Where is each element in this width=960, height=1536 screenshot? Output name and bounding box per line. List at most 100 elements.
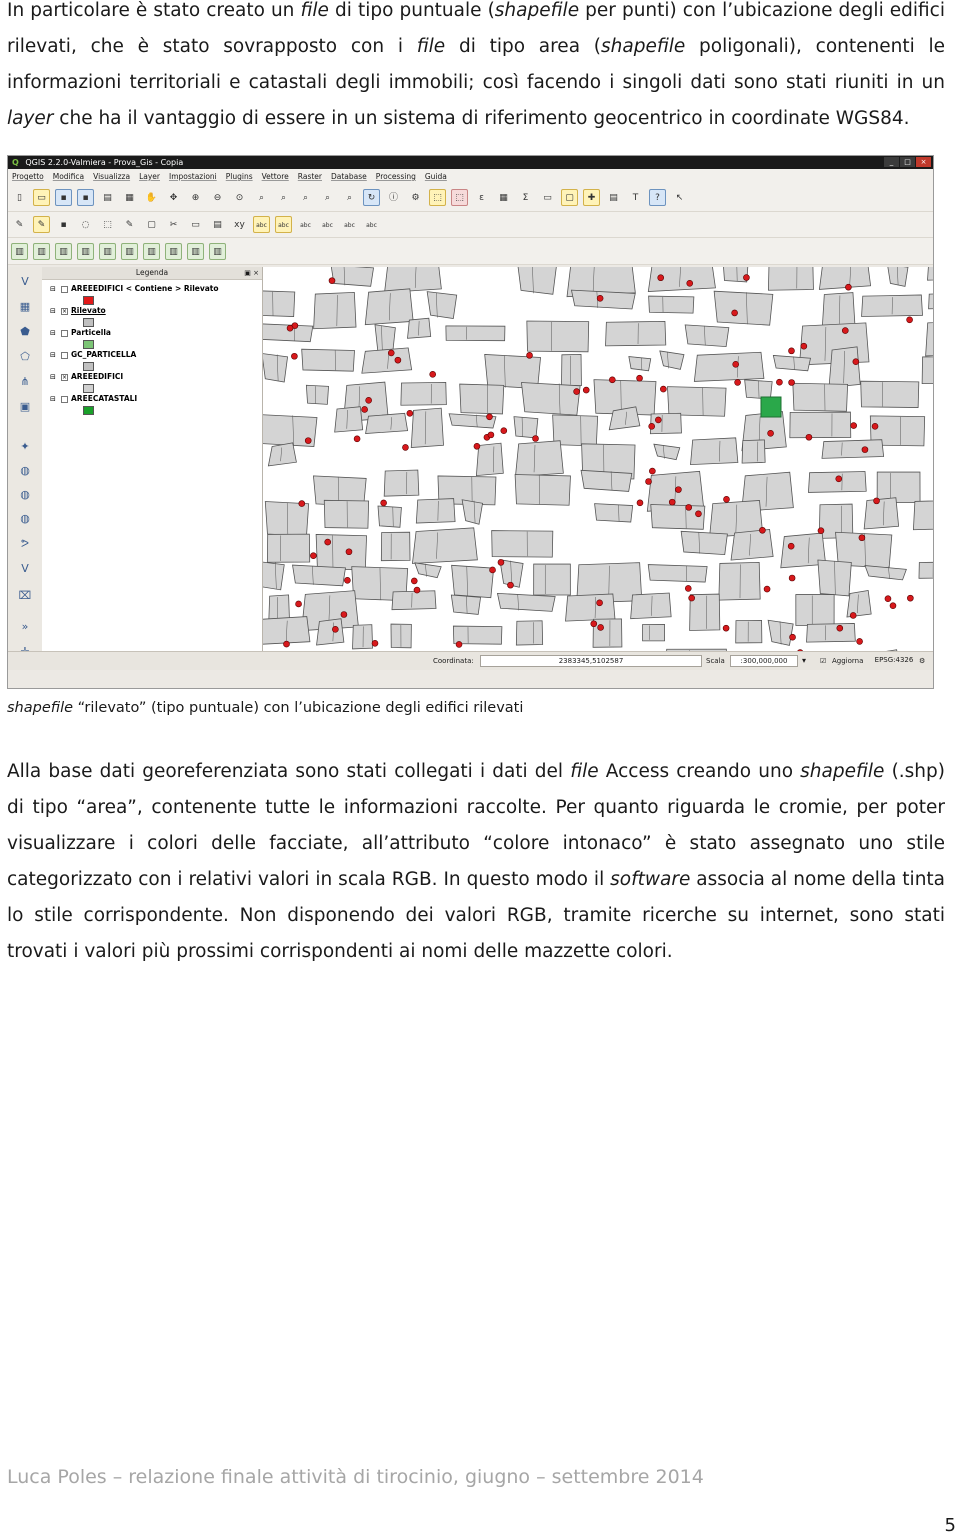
- help-icon[interactable]: ?: [649, 189, 666, 206]
- new-project-icon[interactable]: ▯: [11, 189, 28, 206]
- close-button[interactable]: ×: [916, 157, 931, 167]
- pan-to-selection-icon[interactable]: ✥: [165, 189, 182, 206]
- add-spatialite-layer-icon[interactable]: ▥: [77, 242, 94, 260]
- menu-item-database[interactable]: Database: [331, 169, 367, 184]
- paste-features-icon[interactable]: ▤: [209, 216, 226, 233]
- zoom-next-icon[interactable]: ⌕: [341, 189, 358, 206]
- add-wms-layer-icon[interactable]: ▥: [143, 242, 160, 260]
- add-virtual-layer-icon[interactable]: ◍: [16, 510, 34, 528]
- save-edits-icon[interactable]: ▪: [55, 216, 72, 233]
- crs-button[interactable]: EPSG:4326: [872, 655, 916, 667]
- layer-visibility-checkbox[interactable]: [61, 329, 68, 337]
- add-delimited-text-icon[interactable]: ✦: [16, 438, 34, 456]
- label-move-icon[interactable]: abc: [319, 216, 336, 233]
- new-layer-icon[interactable]: ⌧: [16, 587, 34, 605]
- scale-dropdown-icon[interactable]: ▾: [802, 655, 806, 667]
- expand-icon[interactable]: ⊟: [50, 283, 58, 295]
- add-gpx-icon[interactable]: ᕗ: [16, 535, 34, 553]
- menu-item-guida[interactable]: Guida: [425, 169, 447, 184]
- add-raster-layer-icon[interactable]: ▥: [33, 242, 50, 260]
- whats-this-icon[interactable]: ↖: [671, 189, 688, 206]
- zoom-out-icon[interactable]: ⊖: [209, 189, 226, 206]
- statistical-summary-icon[interactable]: Σ: [517, 189, 534, 206]
- delete-selected-icon[interactable]: ▢: [143, 216, 160, 233]
- add-mssql-layer-icon[interactable]: ▥: [99, 242, 116, 260]
- add-layer-grid-icon[interactable]: ▦: [16, 298, 34, 316]
- copy-features-icon[interactable]: ▭: [187, 216, 204, 233]
- zoom-actual-size-icon[interactable]: ⊙: [231, 189, 248, 206]
- messages-icon[interactable]: ⚙: [919, 655, 925, 667]
- menu-item-progetto[interactable]: Progetto: [12, 169, 44, 184]
- layer-visibility-checkbox[interactable]: ×: [61, 373, 68, 381]
- menu-item-vettore[interactable]: Vettore: [262, 169, 289, 184]
- add-wfs-icon[interactable]: ◍: [16, 486, 34, 504]
- pan-map-icon[interactable]: ✋: [143, 189, 160, 206]
- menu-item-processing[interactable]: Processing: [376, 169, 416, 184]
- attribute-table-icon[interactable]: ▦: [495, 189, 512, 206]
- expand-icon[interactable]: ⊟: [50, 305, 58, 317]
- menu-item-impostazioni[interactable]: Impostazioni: [169, 169, 217, 184]
- measure-line-icon[interactable]: ▭: [539, 189, 556, 206]
- render-checkbox[interactable]: ☑: [820, 655, 826, 667]
- menu-item-raster[interactable]: Raster: [298, 169, 322, 184]
- zoom-full-icon[interactable]: ⌕: [253, 189, 270, 206]
- minimize-button[interactable]: _: [884, 157, 899, 167]
- new-shapefile-layer-icon[interactable]: ▥: [209, 242, 226, 260]
- coordinate-field[interactable]: 2383345,5102587: [480, 655, 702, 667]
- legend-layer[interactable]: ⊟ AREEEDIFICI < Contiene > Rilevato: [50, 283, 219, 295]
- add-oracle-layer-icon[interactable]: ▥: [121, 242, 138, 260]
- add-polygon-layer-icon[interactable]: ⬟: [16, 323, 34, 341]
- menu-item-visualizza[interactable]: Visualizza: [93, 169, 130, 184]
- new-bookmark-icon[interactable]: ✚: [583, 189, 600, 206]
- move-feature-icon[interactable]: ⬚: [99, 216, 116, 233]
- save-project-icon[interactable]: ▪: [55, 189, 72, 206]
- maximize-button[interactable]: □: [900, 157, 915, 167]
- label-show-icon[interactable]: abc: [297, 216, 314, 233]
- layer-visibility-checkbox[interactable]: [61, 395, 68, 403]
- expand-toolbar-icon[interactable]: »: [16, 618, 34, 636]
- legend-layer[interactable]: ⊟ × AREEEDIFICI: [50, 371, 123, 383]
- zoom-last-icon[interactable]: ⌕: [319, 189, 336, 206]
- label-change-icon[interactable]: abc: [363, 216, 380, 233]
- add-wfs-layer-icon[interactable]: ▥: [187, 242, 204, 260]
- label-rotate-icon[interactable]: abc: [341, 216, 358, 233]
- identify-icon[interactable]: ⓘ: [385, 189, 402, 206]
- composer-manager-icon[interactable]: ▦: [121, 189, 138, 206]
- open-project-icon[interactable]: ▭: [33, 189, 50, 206]
- zoom-to-selection-icon[interactable]: ⌕: [275, 189, 292, 206]
- expand-icon[interactable]: ⊟: [50, 393, 58, 405]
- menu-item-modifica[interactable]: Modifica: [53, 169, 84, 184]
- zoom-in-icon[interactable]: ⊕: [187, 189, 204, 206]
- label-tool-icon[interactable]: abc: [253, 216, 270, 233]
- legend-layer[interactable]: ⊟ GC_PARTICELLA: [50, 349, 136, 361]
- digitize-vertex-icon[interactable]: V: [16, 273, 34, 291]
- save-as-icon[interactable]: ▪: [77, 189, 94, 206]
- toggle-editing-icon[interactable]: ✎: [11, 216, 28, 233]
- expand-icon[interactable]: ⊟: [50, 327, 58, 339]
- layer-visibility-checkbox[interactable]: ×: [61, 307, 68, 315]
- add-wcs-layer-icon[interactable]: ▥: [165, 242, 182, 260]
- refresh-label[interactable]: Aggiorna: [832, 655, 863, 667]
- expand-icon[interactable]: ⊟: [50, 349, 58, 361]
- show-bookmarks-icon[interactable]: ▤: [605, 189, 622, 206]
- legend-layer[interactable]: ⊟ Particella: [50, 327, 111, 339]
- menu-item-plugins[interactable]: Plugins: [226, 169, 253, 184]
- node-tool-icon[interactable]: ✎: [121, 216, 138, 233]
- xy-tool-icon[interactable]: xy: [231, 216, 248, 233]
- map-tips-icon[interactable]: ▢: [561, 189, 578, 206]
- legend-close-icon[interactable]: ▣ ×: [244, 267, 259, 279]
- run-feature-action-icon[interactable]: ⚙: [407, 189, 424, 206]
- field-calculator-icon[interactable]: ε: [473, 189, 490, 206]
- new-vector-icon[interactable]: V: [16, 560, 34, 578]
- layer-visibility-checkbox[interactable]: [61, 285, 68, 293]
- select-features-icon[interactable]: ⬚: [429, 189, 446, 206]
- add-postgis-layer-icon[interactable]: ▥: [55, 242, 72, 260]
- map-canvas[interactable]: [263, 267, 933, 670]
- print-composer-icon[interactable]: ▤: [99, 189, 116, 206]
- cut-features-icon[interactable]: ✂: [165, 216, 182, 233]
- scale-field[interactable]: :300,000,000: [730, 655, 798, 667]
- layer-visibility-checkbox[interactable]: [61, 351, 68, 359]
- refresh-icon[interactable]: ↻: [363, 189, 380, 206]
- add-feature-icon[interactable]: ◌: [77, 216, 94, 233]
- expand-icon[interactable]: ⊟: [50, 371, 58, 383]
